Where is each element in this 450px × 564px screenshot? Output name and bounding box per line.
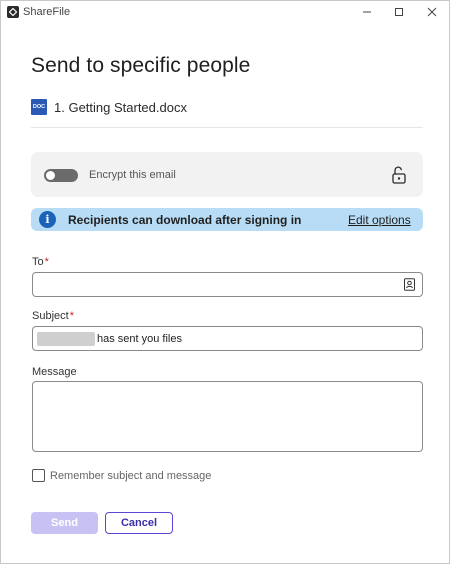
required-mark: * xyxy=(44,256,49,268)
remember-checkbox[interactable] xyxy=(32,469,45,482)
dialog-title: Send to specific people xyxy=(31,54,251,77)
word-document-icon: DOC xyxy=(31,99,47,115)
edit-options-link[interactable]: Edit options xyxy=(348,213,411,227)
cancel-button[interactable]: Cancel xyxy=(105,512,173,534)
encrypt-panel: Encrypt this email xyxy=(31,152,423,197)
subject-text: has sent you files xyxy=(97,333,182,345)
subject-label: Subject* xyxy=(32,310,74,322)
message-textarea[interactable] xyxy=(32,381,423,452)
address-book-icon[interactable] xyxy=(403,278,416,291)
required-mark: * xyxy=(69,310,74,322)
close-button[interactable] xyxy=(415,1,449,23)
maximize-button[interactable] xyxy=(382,1,416,23)
sharefile-window: ShareFile Send to specific people DOC 1.… xyxy=(0,0,450,564)
encrypt-label: Encrypt this email xyxy=(89,169,176,181)
send-button[interactable]: Send xyxy=(31,512,98,534)
to-label: To* xyxy=(32,256,49,268)
window-title: ShareFile xyxy=(23,6,71,18)
close-icon xyxy=(427,7,437,17)
unlocked-padlock-icon xyxy=(392,166,406,184)
encrypt-toggle[interactable] xyxy=(44,169,78,182)
maximize-icon xyxy=(395,8,403,16)
info-banner-text: Recipients can download after signing in xyxy=(68,213,302,227)
info-icon: i xyxy=(39,211,56,228)
redacted-sender-name xyxy=(37,332,95,346)
subject-input[interactable]: has sent you files xyxy=(32,326,423,351)
minimize-button[interactable] xyxy=(350,1,384,23)
toggle-knob xyxy=(46,171,55,180)
file-row: DOC 1. Getting Started.docx xyxy=(31,99,187,115)
sharefile-logo-icon xyxy=(7,6,19,18)
subject-label-text: Subject xyxy=(32,310,69,322)
to-input[interactable] xyxy=(32,272,423,297)
info-banner: i Recipients can download after signing … xyxy=(31,208,423,231)
file-name: 1. Getting Started.docx xyxy=(54,99,187,115)
message-label: Message xyxy=(32,366,77,378)
title-bar: ShareFile xyxy=(1,1,449,23)
remember-label[interactable]: Remember subject and message xyxy=(50,470,211,482)
divider xyxy=(31,127,423,128)
to-label-text: To xyxy=(32,256,44,268)
minimize-icon xyxy=(363,11,371,13)
